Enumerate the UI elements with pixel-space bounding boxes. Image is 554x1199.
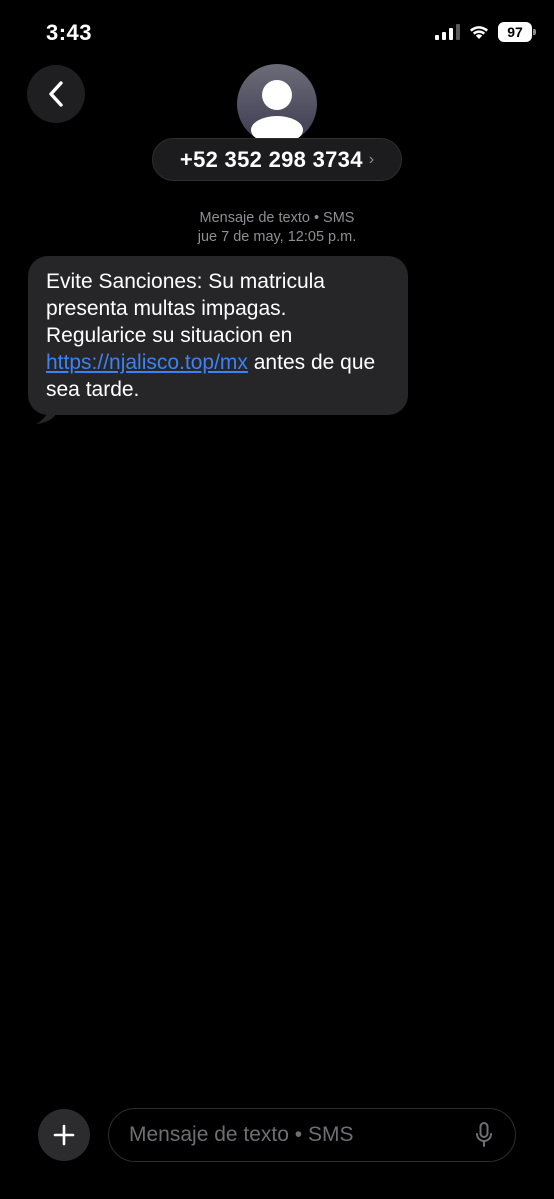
microphone-icon xyxy=(476,1122,492,1147)
message-service-label: Mensaje de texto • SMS xyxy=(199,210,355,226)
back-button[interactable] xyxy=(27,65,85,123)
microphone-button[interactable] xyxy=(473,1121,495,1149)
contact-avatar[interactable] xyxy=(237,64,317,144)
message-text-start: Evite Sanciones: Su matricula presenta m… xyxy=(46,270,325,347)
contact-name-button[interactable]: +52 352 298 3734 › xyxy=(152,138,402,181)
back-chevron-icon xyxy=(49,81,63,107)
status-time: 3:43 xyxy=(46,20,93,45)
signal-icon xyxy=(435,24,460,40)
add-attachment-button[interactable] xyxy=(38,1109,90,1161)
bubble-tail xyxy=(36,402,56,424)
chevron-right-icon: › xyxy=(368,150,375,168)
messages-screen: 3:43 97 +52 352 298 3734 › Mensaje de te… xyxy=(0,0,554,1199)
contact-name: +52 352 298 3734 xyxy=(179,146,363,172)
message-input-placeholder: Mensaje de texto • SMS xyxy=(129,1123,354,1146)
status-indicators: 97 xyxy=(435,22,536,42)
plus-icon xyxy=(53,1124,75,1146)
wifi-icon xyxy=(470,26,488,39)
message-input[interactable]: Mensaje de texto • SMS xyxy=(108,1108,516,1162)
message-meta: Mensaje de texto • SMS jue 7 de may, 12:… xyxy=(0,209,554,247)
message-timestamp: jue 7 de may, 12:05 p.m. xyxy=(197,229,357,245)
message-link[interactable]: https://njalisco.top/mx xyxy=(46,351,248,374)
contact-avatar-icon xyxy=(251,80,303,144)
battery-icon: 97 xyxy=(498,22,536,42)
incoming-message-bubble[interactable]: Evite Sanciones: Su matricula presenta m… xyxy=(28,256,408,415)
